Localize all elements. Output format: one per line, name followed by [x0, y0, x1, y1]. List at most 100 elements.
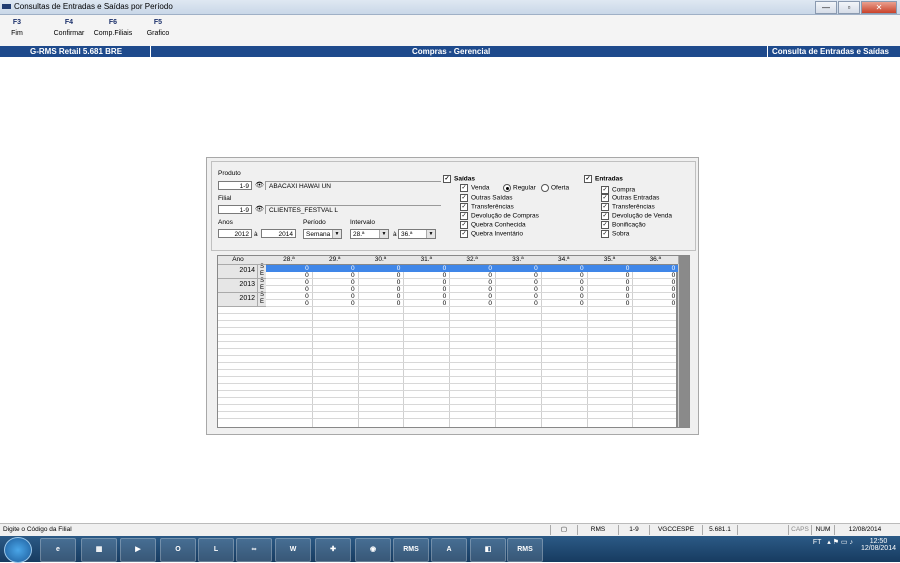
quebra-conhecida-checkbox[interactable]: ✓ Quebra Conhecida — [460, 221, 526, 230]
grid-cell[interactable]: 0 — [449, 272, 495, 279]
confirmar-button[interactable]: F4 Confirmar — [48, 19, 90, 37]
rms-app-icon-2[interactable]: RMS — [507, 538, 543, 562]
week-column-header[interactable]: 34.ª — [540, 256, 588, 265]
grid-cell[interactable]: 0 — [449, 286, 495, 293]
maximize-button[interactable]: ▫ — [838, 1, 860, 14]
sobra-checkbox[interactable]: ✓ Sobra — [601, 230, 629, 239]
week-column-header[interactable]: 28.ª — [266, 256, 313, 265]
week-column-header[interactable]: 33.ª — [495, 256, 542, 265]
grid-cell[interactable]: 0 — [540, 265, 587, 272]
grid-cell[interactable]: 0 — [495, 272, 541, 279]
grid-cell[interactable]: 0 — [587, 300, 633, 307]
grid-cell[interactable]: 0 — [312, 300, 358, 307]
week-column-header[interactable]: 29.ª — [311, 256, 359, 265]
grid-cell[interactable]: 0 — [495, 300, 541, 307]
start-button[interactable] — [4, 537, 32, 563]
grid-cell[interactable]: 0 — [403, 279, 449, 286]
results-grid[interactable]: Ano 28.ª 29.ª 30.ª 31.ª 32.ª 33.ª 34.ª 35.ª 36.ª… — [217, 255, 690, 428]
lync-icon[interactable]: L — [198, 538, 234, 562]
outras-saidas-checkbox[interactable]: ✓ Outras Saídas — [460, 194, 513, 203]
grid-cell[interactable]: 0 — [495, 293, 541, 300]
saidas-checkbox[interactable]: ✓ Saídas — [443, 175, 475, 184]
grid-cell[interactable]: 0 — [266, 293, 312, 300]
grid-cell[interactable]: 0 — [311, 265, 358, 272]
grid-cell[interactable]: 0 — [403, 293, 449, 300]
grid-cell[interactable]: 0 — [541, 279, 587, 286]
grid-cell[interactable]: 0 — [266, 272, 312, 279]
grid-cell[interactable]: 0 — [495, 279, 541, 286]
grid-cell[interactable]: 0 — [632, 265, 679, 272]
grid-cell[interactable]: 0 — [541, 300, 587, 307]
devolucao-compras-checkbox[interactable]: ✓ Devolução de Compras — [460, 212, 539, 221]
filial-code-input[interactable]: 1-9 — [218, 205, 252, 214]
rms-app-icon[interactable]: RMS — [393, 538, 429, 562]
grid-cell[interactable]: 0 — [541, 272, 587, 279]
grid-cell[interactable]: 0 — [495, 286, 541, 293]
tray-lang[interactable]: FT — [813, 539, 821, 546]
grid-cell[interactable]: 0 — [541, 293, 587, 300]
close-button[interactable]: ✕ — [861, 1, 897, 14]
app-window-icon[interactable]: ◧ — [470, 538, 506, 562]
fim-button[interactable]: F3 Fim — [6, 19, 28, 37]
quebra-inventario-checkbox[interactable]: ✓ Quebra Inventário — [460, 230, 523, 239]
infinity-icon[interactable]: ∞ — [236, 538, 272, 562]
grid-cell[interactable]: 0 — [632, 272, 678, 279]
grid-cell[interactable]: 0 — [266, 279, 312, 286]
grid-cell[interactable]: 0 — [358, 286, 404, 293]
grid-cell[interactable]: 0 — [312, 293, 358, 300]
grid-cell[interactable]: 0 — [449, 293, 495, 300]
grid-cell[interactable]: 0 — [266, 300, 312, 307]
explorer-icon[interactable]: ▦ — [81, 538, 117, 562]
grid-cell[interactable]: 0 — [358, 293, 404, 300]
grid-cell[interactable]: 0 — [403, 300, 449, 307]
periodo-select[interactable]: Semana ▼ — [303, 229, 342, 239]
grid-cell[interactable]: 0 — [312, 286, 358, 293]
grid-cell[interactable]: 0 — [449, 279, 495, 286]
filial-search-icon[interactable]: 👁 — [255, 206, 264, 214]
grid-cell[interactable]: 0 — [403, 265, 450, 272]
week-column-header[interactable]: 32.ª — [449, 256, 496, 265]
ano-to-input[interactable]: 2014 — [261, 229, 296, 238]
comp-filiais-button[interactable]: F6 Comp.Filiais — [92, 19, 134, 37]
grid-cell[interactable]: 0 — [587, 286, 633, 293]
intervalo-to-select[interactable]: 36.ª ▼ — [398, 229, 436, 239]
grid-cell[interactable]: 0 — [312, 272, 358, 279]
tray-icons[interactable]: ▴ ⚑ ▭ ♪ — [827, 539, 853, 546]
week-column-header[interactable]: 36.ª — [632, 256, 680, 265]
grid-cell[interactable]: 0 — [495, 265, 541, 272]
grid-cell[interactable]: 0 — [632, 293, 678, 300]
outlook-icon[interactable]: O — [160, 538, 196, 562]
grid-cell[interactable]: 0 — [632, 279, 678, 286]
acrobat-icon[interactable]: A — [431, 538, 467, 562]
week-column-header[interactable]: 35.ª — [586, 256, 634, 265]
outras-entradas-checkbox[interactable]: ✓ Outras Entradas — [601, 194, 659, 203]
grid-cell[interactable]: 0 — [358, 272, 404, 279]
transferencias-saida-checkbox[interactable]: ✓ Transferências — [460, 203, 514, 212]
week-column-header[interactable]: 30.ª — [357, 256, 405, 265]
venda-checkbox[interactable]: ✓ Venda — [460, 184, 489, 193]
bonificacao-checkbox[interactable]: ✓ Bonificação — [601, 221, 646, 230]
grid-cell[interactable]: 0 — [586, 265, 633, 272]
grid-cell[interactable]: 0 — [403, 272, 449, 279]
grid-cell[interactable]: 0 — [449, 300, 495, 307]
ano-from-input[interactable]: 2012 — [218, 229, 252, 238]
grid-cell[interactable]: 0 — [587, 279, 633, 286]
grid-cell[interactable]: 0 — [449, 265, 495, 272]
devolucao-venda-checkbox[interactable]: ✓ Devolução de Venda — [601, 212, 672, 221]
grid-cell[interactable]: 0 — [358, 279, 404, 286]
word-icon[interactable]: W — [275, 538, 311, 562]
grid-cell[interactable]: 0 — [541, 286, 587, 293]
grid-cell[interactable]: 0 — [587, 293, 633, 300]
app-circle-icon[interactable]: ◉ — [355, 538, 391, 562]
grid-cell[interactable]: 0 — [358, 300, 404, 307]
produto-search-icon[interactable]: 👁 — [255, 182, 264, 190]
grid-cell[interactable]: 0 — [266, 265, 312, 272]
entradas-checkbox[interactable]: ✓ Entradas — [584, 175, 623, 184]
grid-cell[interactable]: 0 — [632, 286, 678, 293]
grid-cell[interactable]: 0 — [587, 272, 633, 279]
regular-radio[interactable]: Regular — [503, 184, 536, 193]
minimize-button[interactable]: — — [815, 1, 837, 14]
grid-cell[interactable]: 0 — [266, 286, 312, 293]
tray-time[interactable]: 12:50 — [861, 538, 896, 545]
tray-date[interactable]: 12/08/2014 — [861, 545, 896, 552]
